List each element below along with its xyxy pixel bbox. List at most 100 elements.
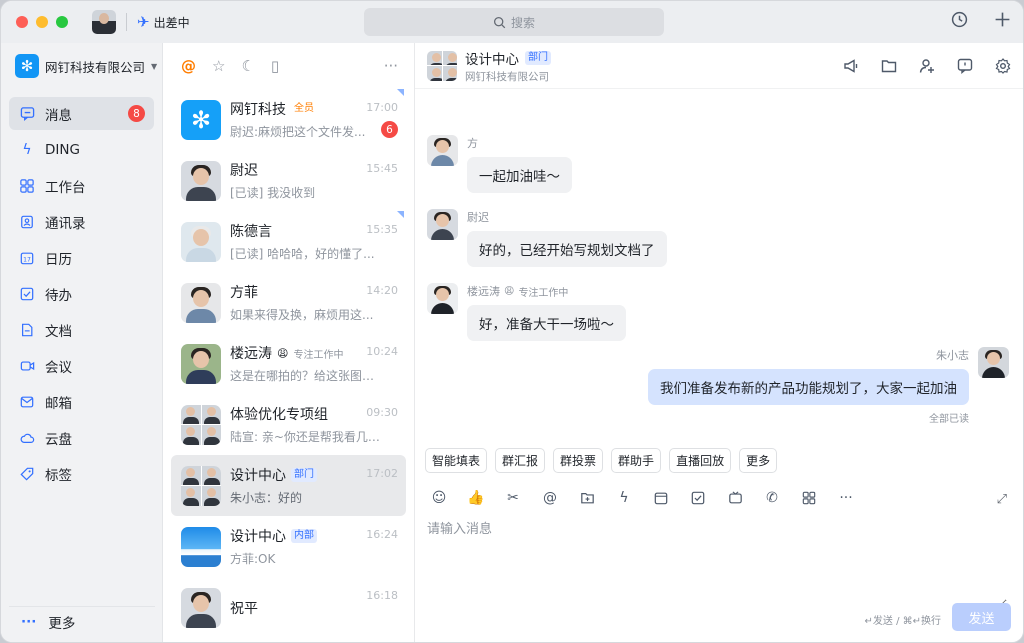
conversation-item[interactable]: 方菲 如果来得及换，麻烦用这... 14:20: [171, 272, 406, 333]
titlebar: ✈ 出差中 搜索: [1, 1, 1023, 43]
conversation-item[interactable]: ✻ 网钉科技 全员 尉迟:麻烦把这个文件发... 17:00 6: [171, 89, 406, 150]
lightning-icon: ϟ: [22, 141, 32, 158]
tag-icon: [19, 466, 35, 482]
calendar-icon[interactable]: [653, 491, 669, 505]
avatar[interactable]: [978, 347, 1009, 378]
conversation-time: 09:30: [366, 406, 398, 419]
chat-header: 设计中心 部门 网钉科技有限公司: [415, 43, 1023, 89]
quick-action-group-report[interactable]: 群汇报: [495, 448, 546, 473]
thumbs-up-icon[interactable]: 👍: [467, 490, 484, 506]
message-bubble[interactable]: 我们准备发布新的产品功能规划了，大家一起加油: [648, 369, 969, 405]
quick-action-more[interactable]: 更多: [739, 448, 778, 473]
history-icon[interactable]: [951, 11, 968, 33]
mention-filter-icon[interactable]: @: [181, 57, 196, 75]
conversation-item[interactable]: 设计中心 内部 方菲:OK 16:24: [171, 516, 406, 577]
conversation-filters: @ ☆ ☾ ▯ ···: [163, 43, 414, 89]
send-button[interactable]: 发送: [952, 603, 1011, 631]
group-avatar: [181, 465, 221, 506]
sidebar-item-todo[interactable]: 待办: [9, 277, 154, 310]
star-filter-icon[interactable]: ☆: [212, 57, 225, 75]
avatar[interactable]: [427, 135, 458, 166]
quick-action-smart-form[interactable]: 智能填表: [425, 448, 488, 473]
scissors-icon[interactable]: ✂: [505, 490, 521, 506]
sidebar-item-contacts[interactable]: 通讯录: [9, 205, 154, 238]
phone-call-icon[interactable]: ✆: [764, 490, 780, 506]
quick-action-live-replay[interactable]: 直播回放: [669, 448, 732, 473]
sidebar-item-tags[interactable]: 标签: [9, 457, 154, 490]
conversation-item-selected[interactable]: 设计中心 部门 朱小志：好的 17:02: [171, 455, 406, 516]
emoji-icon[interactable]: ☺: [431, 490, 447, 506]
conversation-tag: 部门: [291, 468, 317, 482]
conversation-tag: 内部: [291, 529, 317, 543]
more-options-icon[interactable]: ···: [384, 57, 398, 75]
svg-text:17: 17: [23, 256, 31, 263]
bookmark-filter-icon[interactable]: ▯: [271, 57, 279, 75]
folder-icon[interactable]: [881, 58, 897, 74]
conversation-preview: 陆宣: 亲~你还是帮我看几张...: [230, 430, 380, 444]
send-shortcut-hint: ↵发送 / ⌘↵换行: [864, 616, 941, 627]
more-dots-icon: ···: [21, 613, 37, 630]
apps-icon[interactable]: [801, 491, 817, 505]
todo-check-icon[interactable]: [690, 491, 706, 505]
conversation-item[interactable]: 楼远涛 😩 专注工作中 这是在哪拍的？给这张图片... 10:24: [171, 333, 406, 394]
message-sender: 尉迟: [467, 211, 489, 224]
message-bubble[interactable]: 一起加油哇～: [467, 157, 572, 193]
conversation-item[interactable]: 陈德言 [已读] 哈哈哈，好的懂了... 15:35: [171, 211, 406, 272]
message-bubble[interactable]: 好的，已经开始写规划文档了: [467, 231, 667, 267]
conversation-preview: [已读] 哈哈哈，好的懂了...: [230, 247, 375, 261]
search-icon: [493, 16, 506, 28]
editor-toolbar: ☺ 👍 ✂ @ ϟ ✆ ···: [431, 490, 854, 506]
group-avatar: [181, 404, 221, 445]
avatar[interactable]: [427, 209, 458, 240]
more-dots-icon[interactable]: ···: [838, 490, 854, 506]
quick-action-group-assistant[interactable]: 群助手: [611, 448, 662, 473]
conversation-tag: 全员: [294, 103, 314, 114]
sidebar-item-mail[interactable]: 邮箱: [9, 385, 154, 418]
sidebar-item-docs[interactable]: 文档: [9, 313, 154, 346]
user-status[interactable]: ✈ 出差中: [137, 13, 190, 31]
settings-gear-icon[interactable]: [995, 58, 1011, 74]
live-tv-icon[interactable]: [727, 491, 743, 505]
close-window-button[interactable]: [16, 16, 28, 28]
conversation-preview: 这是在哪拍的？给这张图片...: [230, 369, 380, 383]
sidebar-item-calendar[interactable]: 17 日历: [9, 241, 154, 274]
message-bubble[interactable]: 好，准备大干一场啦～: [467, 305, 626, 341]
sidebar-item-workbench[interactable]: 工作台: [9, 169, 154, 202]
conversation-item[interactable]: 祝平 16:18: [171, 577, 406, 638]
read-receipt[interactable]: 全部已读: [648, 410, 969, 425]
expand-editor-icon[interactable]: ⤢: [997, 492, 1007, 507]
conversation-name: 体验优化专项组: [230, 407, 328, 423]
mention-icon[interactable]: @: [542, 490, 558, 506]
sidebar-item-cloud[interactable]: 云盘: [9, 421, 154, 454]
sidebar-item-ding[interactable]: ϟ DING: [9, 133, 154, 166]
org-switcher[interactable]: ✻ 网钉科技有限公司 ▼: [1, 43, 162, 89]
chat-header-actions: [843, 43, 1011, 89]
conversation-list: @ ☆ ☾ ▯ ··· ✻ 网钉科技 全员 尉迟:麻烦把这个文件发... 17:0…: [163, 43, 415, 642]
search-box[interactable]: 搜索: [364, 8, 664, 36]
sidebar-item-messages[interactable]: 消息 8: [9, 97, 154, 130]
folder-add-icon[interactable]: [579, 491, 595, 505]
sidebar-item-more[interactable]: ··· 更多: [9, 606, 155, 636]
announcement-icon[interactable]: [843, 58, 859, 74]
message-sender: 方: [467, 137, 478, 150]
sidebar-item-meetings[interactable]: 会议: [9, 349, 154, 382]
unread-filter-icon[interactable]: ☾: [241, 57, 254, 75]
avatar[interactable]: [427, 283, 458, 314]
sidebar-item-label: 通讯录: [45, 215, 86, 232]
add-member-icon[interactable]: [919, 58, 935, 74]
app-window: ✈ 出差中 搜索 ✻ 网钉科技有限公司 ▼ 消息 8 ϟ DING 工作台 通讯…: [0, 0, 1024, 643]
maximize-window-button[interactable]: [56, 16, 68, 28]
message-icon: [19, 106, 35, 122]
add-icon[interactable]: [994, 11, 1011, 33]
group-avatar[interactable]: [427, 50, 457, 81]
message-input[interactable]: [427, 518, 1007, 608]
pinned-corner-icon: [397, 89, 404, 96]
sidebar-item-label: 会议: [45, 359, 72, 376]
quick-action-group-vote[interactable]: 群投票: [553, 448, 604, 473]
user-avatar[interactable]: [92, 10, 116, 34]
conversation-item[interactable]: 尉迟 [已读] 我没收到 15:45: [171, 150, 406, 211]
minimize-window-button[interactable]: [36, 16, 48, 28]
lightning-icon[interactable]: ϟ: [616, 490, 632, 506]
chat-bubble-icon[interactable]: [957, 58, 973, 74]
conversation-item[interactable]: 体验优化专项组 陆宣: 亲~你还是帮我看几张... 09:30: [171, 394, 406, 455]
